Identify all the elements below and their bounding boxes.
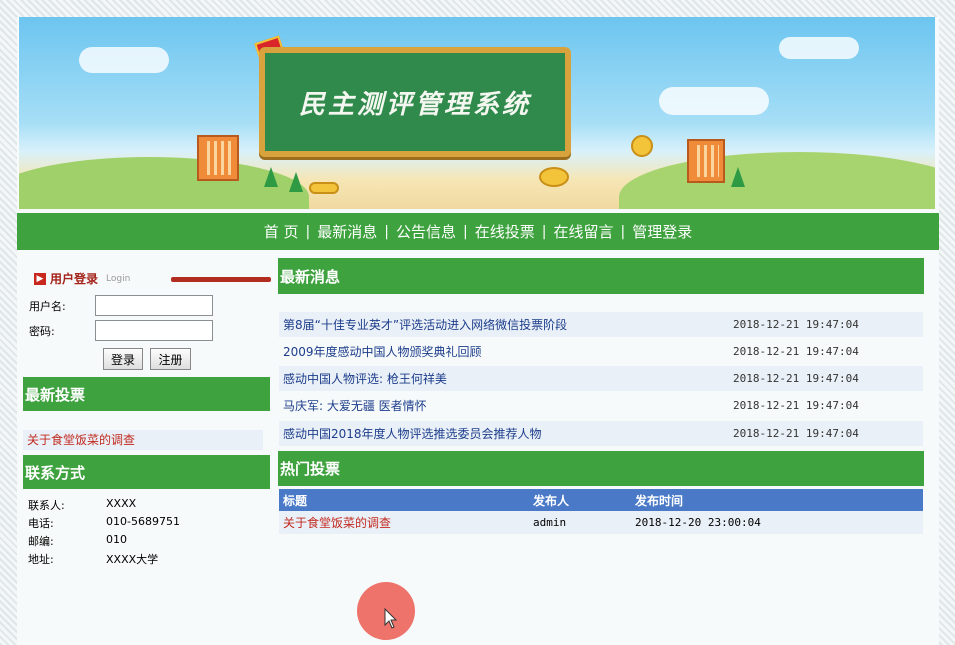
contact-value: XXXX大学 (106, 553, 159, 566)
contact-row: 联系人: XXXX (28, 497, 136, 513)
news-time: 2018-12-21 19:47:04 (733, 399, 859, 412)
hot-votes-heading: 热门投票 (278, 451, 924, 486)
hot-vote-publisher: admin (533, 516, 567, 529)
login-divider (171, 277, 271, 282)
column-header-time: 发布时间 (635, 493, 684, 508)
login-title: 用户登录 (50, 272, 99, 286)
news-row: 2009年度感动中国人物颁奖典礼回顾 2018-12-21 19:47:04 (279, 339, 923, 364)
column-header-title: 标题 (283, 493, 308, 508)
contact-row: 电话: 010-5689751 (28, 515, 180, 531)
main-nav: 首 页 | 最新消息 | 公告信息 | 在线投票 | 在线留言 | 管理登录 (17, 213, 939, 250)
news-time: 2018-12-21 19:47:04 (733, 345, 859, 358)
news-time: 2018-12-21 19:47:04 (733, 372, 859, 385)
site-title: 民主测评管理系统 (298, 89, 531, 120)
contact-value: 010 (106, 533, 127, 546)
news-link[interactable]: 感动中国人物评选: 枪王何祥美 (279, 370, 733, 387)
nav-home[interactable]: 首 页 (257, 221, 306, 242)
coin-icon (631, 135, 653, 157)
tree-icon (731, 167, 745, 187)
mouse-pointer-icon (384, 608, 398, 629)
contact-heading: 联系方式 (23, 455, 270, 489)
news-heading: 最新消息 (278, 258, 924, 294)
password-input[interactable] (95, 320, 213, 341)
news-row: 感动中国人物评选: 枪王何祥美 2018-12-21 19:47:04 (279, 366, 923, 391)
contact-value: XXXX (106, 497, 137, 510)
nav-online-message[interactable]: 在线留言 (546, 221, 620, 242)
contact-value: 010-5689751 (106, 515, 180, 528)
contact-row: 地址: XXXX大学 (28, 551, 158, 567)
latest-vote-item[interactable]: 关于食堂饭菜的调查 (23, 430, 263, 450)
hot-votes-table-header: 标题 发布人 发布时间 (279, 489, 923, 511)
nav-admin-login[interactable]: 管理登录 (625, 221, 699, 242)
register-button[interactable]: 注册 (150, 348, 191, 370)
news-link[interactable]: 感动中国2018年度人物评选推选委员会推荐人物 (279, 425, 733, 442)
news-time: 2018-12-21 19:47:04 (733, 427, 859, 440)
username-input[interactable] (95, 295, 213, 316)
header-banner: 民主测评管理系统 (19, 17, 935, 209)
hot-vote-link[interactable]: 关于食堂饭菜的调查 (279, 514, 533, 531)
building-icon (197, 135, 239, 181)
hot-vote-time: 2018-12-20 23:00:04 (635, 516, 761, 529)
username-label: 用户名: (29, 300, 66, 313)
column-header-publisher: 发布人 (533, 493, 570, 508)
hill-decoration (619, 152, 935, 209)
contact-key: 电话: (28, 517, 54, 530)
cloud-decoration (779, 37, 859, 59)
news-link[interactable]: 第8届“十佳专业英才”评选活动进入网络微信投票阶段 (279, 316, 733, 333)
latest-vote-heading: 最新投票 (23, 377, 270, 411)
login-subtitle: Login (106, 273, 131, 284)
news-link[interactable]: 马庆军: 大爱无疆 医者情怀 (279, 397, 733, 414)
cloud-decoration (659, 87, 769, 115)
nav-online-vote[interactable]: 在线投票 (468, 221, 542, 242)
tree-icon (264, 167, 278, 187)
tree-icon (289, 172, 303, 192)
building-icon (687, 139, 725, 183)
contact-key: 地址: (28, 553, 54, 566)
table-row: 关于食堂饭菜的调查 admin 2018-12-20 23:00:04 (279, 511, 923, 534)
contact-key: 邮编: (28, 535, 54, 548)
cloud-decoration (79, 47, 169, 73)
news-row: 感动中国2018年度人物评选推选委员会推荐人物 2018-12-21 19:47… (279, 421, 923, 446)
money-bag-icon (539, 167, 569, 187)
nav-latest-news[interactable]: 最新消息 (310, 221, 384, 242)
news-row: 马庆军: 大爱无疆 医者情怀 2018-12-21 19:47:04 (279, 393, 923, 418)
password-label: 密码: (29, 325, 55, 338)
news-time: 2018-12-21 19:47:04 (733, 318, 859, 331)
arrow-right-icon: ▶ (34, 272, 46, 285)
login-button[interactable]: 登录 (103, 348, 143, 370)
chalkboard: 民主测评管理系统 (259, 47, 571, 157)
news-link[interactable]: 2009年度感动中国人物颁奖典礼回顾 (279, 343, 733, 360)
page-container: 民主测评管理系统 首 页 | 最新消息 | 公告信息 | 在线投票 | 在线留言… (17, 17, 939, 645)
news-row: 第8届“十佳专业英才”评选活动进入网络微信投票阶段 2018-12-21 19:… (279, 312, 923, 337)
contact-row: 邮编: 010 (28, 533, 127, 549)
contact-key: 联系人: (28, 499, 65, 512)
nav-announcements[interactable]: 公告信息 (389, 221, 463, 242)
login-box-header: ▶ 用户登录 Login (34, 270, 130, 287)
coin-stack-icon (309, 182, 339, 194)
